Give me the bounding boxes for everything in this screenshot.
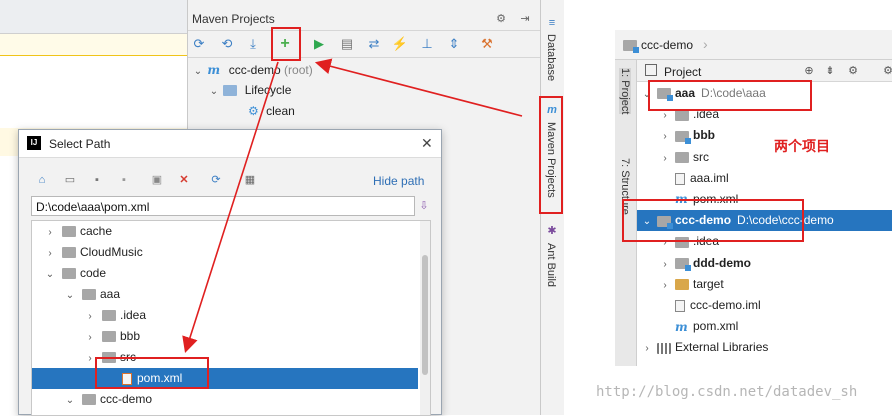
arrow-to-pom-file bbox=[182, 61, 279, 354]
arrow-to-add-button bbox=[314, 58, 523, 117]
annotation-arrows bbox=[182, 58, 523, 354]
